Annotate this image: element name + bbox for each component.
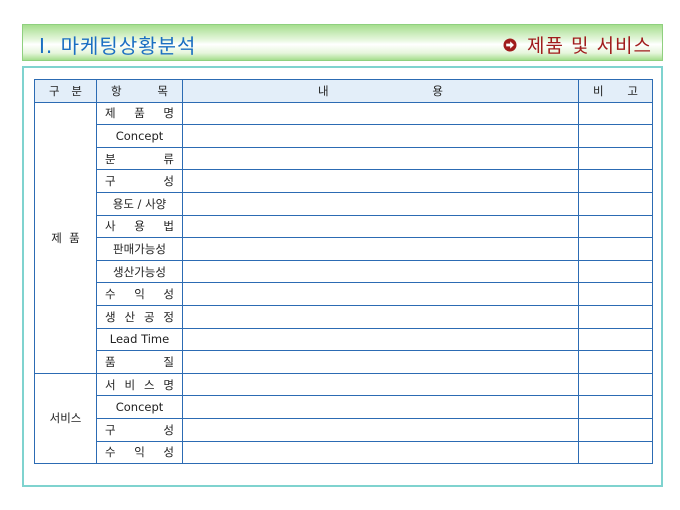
content-cell[interactable]: [182, 282, 579, 306]
item-label: Lead Time: [96, 327, 183, 352]
item-label: 제품명: [96, 101, 183, 126]
content-cell[interactable]: [182, 124, 579, 148]
table-row: 구성: [35, 169, 653, 193]
note-cell[interactable]: [578, 101, 653, 126]
note-cell[interactable]: [578, 282, 653, 306]
item-label: Concept: [96, 395, 183, 419]
content-cell[interactable]: [182, 372, 579, 397]
note-cell[interactable]: [578, 237, 653, 261]
content-cell[interactable]: [182, 350, 579, 374]
table-row: 구성: [35, 417, 653, 442]
table-row: 품질: [35, 350, 653, 374]
content-cell[interactable]: [182, 304, 579, 329]
content-cell[interactable]: [182, 440, 579, 465]
table-row: Concept: [35, 124, 653, 148]
item-label: 구성: [96, 417, 183, 442]
table-row: 생산가능성: [35, 259, 653, 284]
table-row: 용도 / 사양: [35, 191, 653, 216]
header-content: 내 용: [182, 79, 579, 103]
table-row: 제 품제품명: [34, 101, 653, 374]
table-row: 사용법: [35, 214, 653, 239]
table-header-row: 구 분 항 목 내 용 비 고: [34, 79, 653, 103]
page-title: Ⅰ. 마케팅상황분석: [39, 34, 197, 58]
note-cell[interactable]: [578, 372, 653, 397]
note-cell[interactable]: [578, 169, 653, 193]
content-cell[interactable]: [182, 214, 579, 239]
note-cell[interactable]: [578, 124, 653, 148]
content-cell[interactable]: [182, 169, 579, 193]
table-row: 분류: [35, 146, 653, 171]
content-cell[interactable]: [182, 101, 579, 126]
item-label: 판매가능성: [96, 237, 183, 261]
note-cell[interactable]: [578, 191, 653, 216]
item-label: 생산공정: [96, 304, 183, 329]
content-cell[interactable]: [182, 395, 579, 419]
section-title: 제품 및 서비스: [503, 31, 652, 58]
content-cell[interactable]: [182, 417, 579, 442]
item-label: 서비스명: [96, 372, 183, 397]
item-label: 구성: [96, 169, 183, 193]
table-row: Concept: [35, 395, 653, 419]
note-cell[interactable]: [578, 417, 653, 442]
item-label: 사용법: [96, 214, 183, 239]
table-row: 서비스 서 비 스 명: [34, 372, 653, 465]
content-cell[interactable]: [182, 237, 579, 261]
note-cell[interactable]: [578, 146, 653, 171]
group-label: 제 품: [34, 101, 97, 374]
note-cell[interactable]: [578, 214, 653, 239]
item-label: 분류: [96, 146, 183, 171]
table-row: 수익성: [35, 282, 653, 306]
note-cell[interactable]: [578, 327, 653, 352]
title-bar: Ⅰ. 마케팅상황분석 제품 및 서비스: [22, 24, 663, 61]
marketing-table: 구 분 항 목 내 용 비 고 제 품 제 품 명 Concept 분 류 구 …: [34, 79, 653, 465]
item-label: 품질: [96, 350, 183, 374]
header-group: 구 분: [34, 79, 97, 103]
content-cell[interactable]: [182, 191, 579, 216]
note-cell[interactable]: [578, 259, 653, 284]
group-label: 서비스: [34, 372, 97, 465]
table-row: 생산공정: [35, 304, 653, 329]
item-label: Concept: [96, 124, 183, 148]
section-title-text: 제품 및 서비스: [527, 35, 652, 57]
note-cell[interactable]: [578, 440, 653, 465]
note-cell[interactable]: [578, 350, 653, 374]
header-note: 비 고: [578, 79, 653, 103]
note-cell[interactable]: [578, 395, 653, 419]
note-cell[interactable]: [578, 304, 653, 329]
item-label: 용도 / 사양: [96, 191, 183, 216]
content-cell[interactable]: [182, 259, 579, 284]
item-label: 수익성: [96, 282, 183, 306]
item-label: 생산가능성: [96, 259, 183, 284]
item-label: 수익성: [96, 440, 183, 465]
header-item: 항 목: [96, 79, 183, 103]
content-cell[interactable]: [182, 146, 579, 171]
table-row: 수익성: [35, 440, 653, 465]
content-cell[interactable]: [182, 327, 579, 352]
table-row: Lead Time: [35, 327, 653, 352]
circle-arrow-icon: [503, 38, 517, 51]
table-row: 판매가능성: [35, 237, 653, 261]
